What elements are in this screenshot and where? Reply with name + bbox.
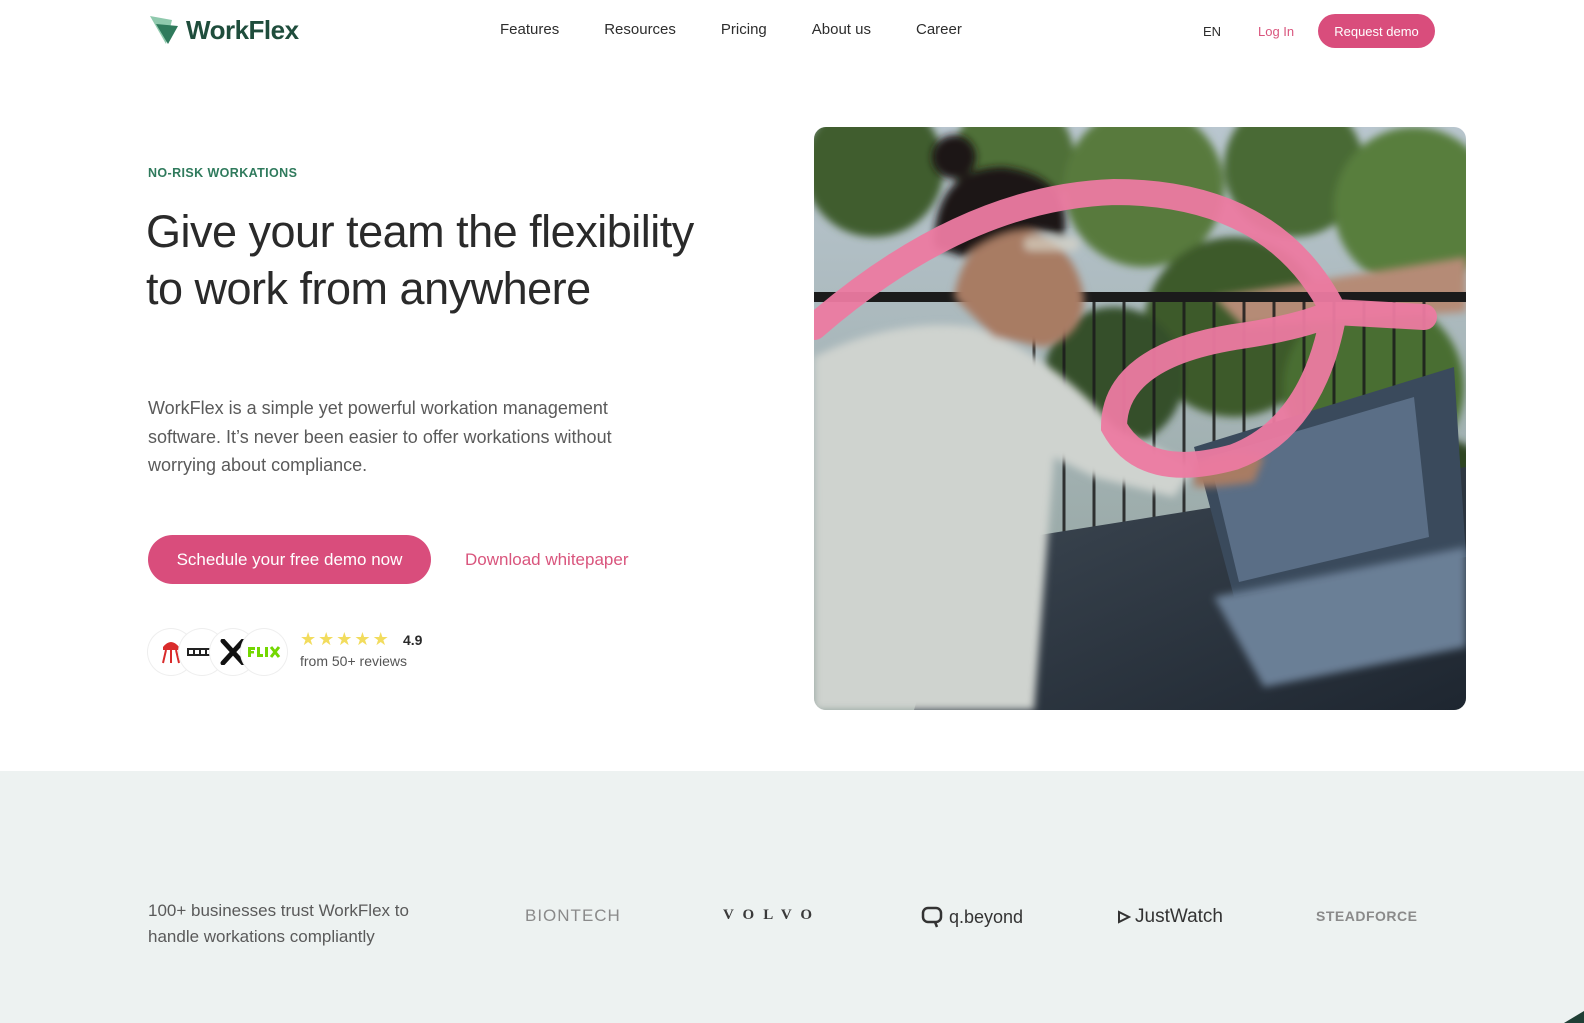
top-navigation: WorkFlex Features Resources Pricing Abou…	[0, 0, 1584, 62]
trust-section: 100+ businesses trust WorkFlex to handle…	[0, 771, 1584, 1023]
download-whitepaper-link[interactable]: Download whitepaper	[465, 550, 629, 570]
workflex-logo-icon	[150, 16, 178, 44]
hero-eyebrow: NO-RISK WORKATIONS	[148, 166, 298, 180]
hero-subtext: WorkFlex is a simple yet powerful workat…	[148, 398, 612, 475]
hero-headline: Give your team the flexibility to work f…	[146, 206, 694, 314]
star-icon: ★	[336, 629, 353, 649]
star-icon: ★	[318, 629, 335, 649]
brand-justwatch: JustWatch	[1135, 906, 1223, 927]
brand-steadforce: STEADFORCE	[1316, 908, 1418, 924]
customer-logos	[148, 629, 288, 675]
workflex-logo[interactable]: WorkFlex	[148, 14, 299, 46]
brand-logo-biontech: BIONTECH	[525, 906, 621, 926]
star-icon: ★	[354, 629, 371, 649]
brand-biontech: BIONTECH	[525, 906, 621, 925]
nav-link-about-us[interactable]: About us	[812, 21, 871, 38]
schedule-demo-button[interactable]: Schedule your free demo now	[148, 535, 431, 584]
rating-value: 4.9	[403, 632, 423, 648]
request-demo-button[interactable]: Request demo	[1318, 14, 1435, 48]
main-menu: Features Resources Pricing About us Care…	[500, 21, 1007, 38]
flix-logo	[241, 629, 287, 675]
nav-link-resources[interactable]: Resources	[604, 21, 676, 38]
language-selector[interactable]: EN	[1203, 24, 1221, 39]
play-icon	[1118, 910, 1131, 924]
brand-logo-steadforce: STEADFORCE	[1316, 908, 1417, 926]
nav-link-features[interactable]: Features	[500, 21, 559, 38]
woman-working-on-laptop-photo	[814, 127, 1466, 710]
brand-logo-qbeyond: q.beyond	[921, 906, 1023, 928]
corner-decoration	[1564, 1011, 1584, 1023]
nav-link-career[interactable]: Career	[916, 21, 962, 38]
brand-logo-volvo: VOLVO	[723, 906, 821, 924]
brand-volvo: VOLVO	[723, 907, 822, 923]
star-icon: ★	[300, 629, 317, 649]
nav-link-pricing[interactable]: Pricing	[721, 21, 767, 38]
rating-stars: ★ ★ ★ ★ ★	[300, 630, 389, 648]
hero-photo	[814, 127, 1466, 710]
star-icon: ★	[372, 629, 389, 649]
brand-logo-justwatch: JustWatch	[1117, 906, 1223, 928]
trust-text: 100+ businesses trust WorkFlex to handle…	[148, 901, 409, 946]
qbeyond-icon	[921, 906, 943, 928]
review-count: from 50+ reviews	[300, 653, 407, 669]
login-link[interactable]: Log In	[1258, 24, 1294, 39]
brand-qbeyond: q.beyond	[949, 906, 1024, 927]
brand-name: WorkFlex	[186, 14, 299, 45]
